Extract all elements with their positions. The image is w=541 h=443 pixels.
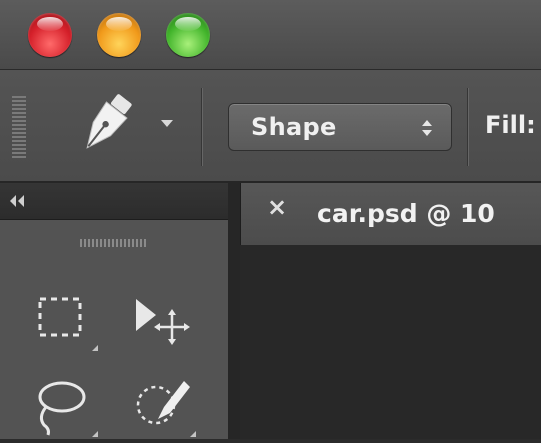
path-selection-icon: [136, 299, 190, 345]
title-bar: [0, 0, 541, 70]
rectangular-marquee-icon: [38, 297, 82, 337]
document-area: × car.psd @ 10: [230, 183, 541, 439]
tools-panel-header: [0, 183, 228, 220]
pen-icon: [86, 94, 132, 149]
tool-mode-value: Shape: [251, 113, 337, 141]
document-tab[interactable]: × car.psd @ 10: [240, 183, 541, 245]
rectangular-marquee-tool[interactable]: [30, 287, 100, 353]
close-window-button[interactable]: [28, 13, 72, 57]
path-selection-tool[interactable]: [128, 287, 198, 353]
chevron-down-icon[interactable]: [161, 120, 173, 127]
tool-flyout-indicator: [92, 345, 98, 351]
minimize-window-button[interactable]: [97, 13, 141, 57]
tools-panel: [0, 183, 230, 439]
quick-selection-tool[interactable]: [128, 373, 198, 439]
options-bar: Shape: [0, 70, 541, 183]
tool-flyout-indicator: [92, 431, 98, 437]
tool-flyout-indicator: [190, 431, 196, 437]
lasso-tool[interactable]: [30, 373, 100, 439]
tool-preset-picker[interactable]: [70, 92, 140, 158]
lasso-icon: [38, 381, 86, 436]
options-bar-grip[interactable]: [12, 96, 26, 158]
tool-mode-select[interactable]: Shape: [228, 103, 452, 151]
document-tab-title: car.psd @ 10: [317, 199, 495, 228]
document-canvas[interactable]: [240, 245, 541, 439]
fill-label: Fill:: [485, 111, 536, 139]
options-separator: [201, 88, 203, 166]
tools-panel-grip[interactable]: [80, 239, 148, 247]
stepper-arrows-icon: [422, 120, 432, 136]
options-separator: [467, 88, 469, 166]
quick-selection-icon: [136, 381, 190, 425]
zoom-window-button[interactable]: [166, 13, 210, 57]
close-icon[interactable]: ×: [267, 193, 287, 221]
collapse-panel-icon[interactable]: [8, 195, 26, 207]
